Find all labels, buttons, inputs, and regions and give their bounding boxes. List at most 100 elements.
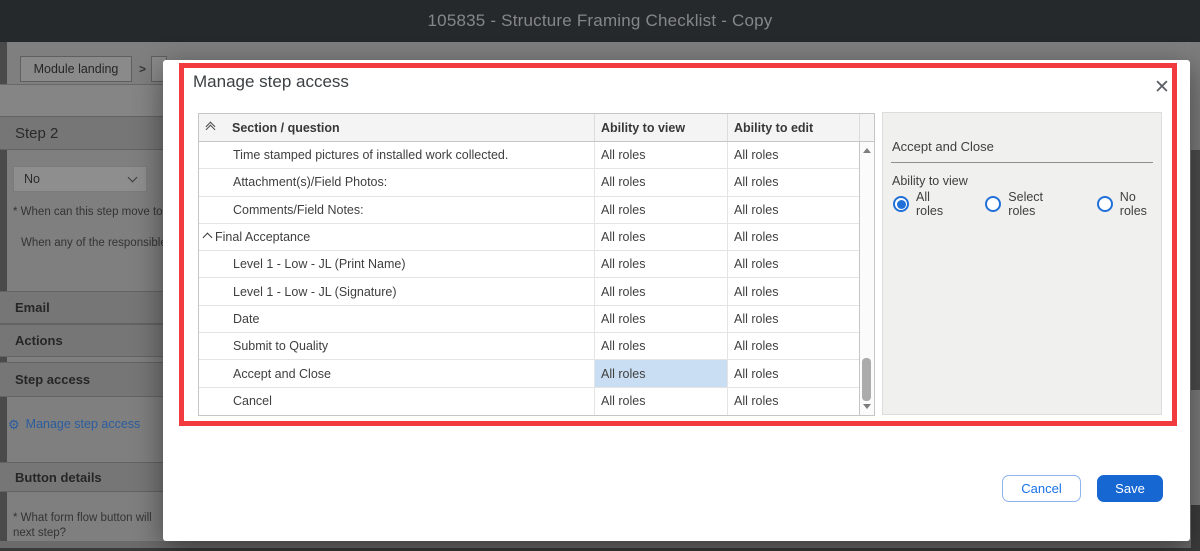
page-bottom-strip	[0, 541, 1200, 548]
column-header-ability-to-view: Ability to view	[594, 114, 727, 141]
ability-to-view-cell[interactable]: All roles	[594, 360, 727, 387]
ability-to-edit-cell[interactable]: All roles	[727, 251, 859, 278]
row-label-cell: Date	[199, 306, 594, 332]
manage-step-access-label: Manage step access	[25, 417, 141, 431]
table-row[interactable]: Comments/Field Notes: All roles All roles	[199, 196, 859, 224]
row-label-cell: Submit to Quality	[199, 333, 594, 359]
app-window: 105835 - Structure Framing Checklist - C…	[0, 0, 1200, 551]
ability-to-view-radio-group: All roles Select roles No roles	[893, 190, 1161, 218]
column-header-label: Section / question	[232, 120, 340, 135]
manage-step-access-link[interactable]: ⚙ Manage step access	[8, 417, 140, 431]
table-scrollbar-thumb[interactable]	[862, 358, 871, 401]
section-header-button-details[interactable]: Button details	[0, 462, 163, 492]
row-label: Comments/Field Notes:	[233, 202, 364, 217]
ability-to-view-cell[interactable]: All roles	[594, 223, 727, 251]
section-header-email[interactable]: Email	[0, 291, 163, 324]
ability-to-view-cell[interactable]: All roles	[594, 278, 727, 305]
ability-to-edit-cell[interactable]: All roles	[727, 142, 859, 169]
ability-to-edit-cell[interactable]: All roles	[727, 387, 859, 415]
divider	[891, 162, 1153, 163]
ability-to-view-cell[interactable]: All roles	[594, 333, 727, 360]
table-scrollbar[interactable]	[859, 142, 874, 415]
ability-to-view-cell[interactable]: All roles	[594, 196, 727, 223]
row-label-cell: Attachment(s)/Field Photos:	[199, 169, 594, 195]
step-heading: Step 2	[0, 116, 163, 150]
collapse-all-icon[interactable]	[205, 121, 216, 134]
background-question2-line2: next step?	[13, 527, 67, 539]
radio-option[interactable]: All roles	[893, 190, 955, 218]
row-label-cell: Comments/Field Notes:	[199, 197, 594, 223]
ability-to-view-cell[interactable]: All roles	[594, 169, 727, 196]
gear-icon: ⚙	[8, 416, 20, 432]
radio-option[interactable]: Select roles	[985, 190, 1067, 218]
detail-panel: Accept and Close Ability to view All rol…	[882, 112, 1162, 415]
column-header-spacer	[859, 114, 874, 141]
row-label-cell: Cancel	[199, 388, 594, 415]
manage-step-access-dialog: Manage step access ✕ Section / question …	[163, 60, 1190, 541]
row-label: Date	[233, 311, 260, 326]
window-title: 105835 - Structure Framing Checklist - C…	[427, 11, 773, 30]
cancel-button[interactable]: Cancel	[1002, 475, 1081, 502]
ability-to-edit-cell[interactable]: All roles	[727, 196, 859, 223]
row-label: Level 1 - Low - JL (Signature)	[233, 284, 397, 299]
ability-to-view-cell[interactable]: All roles	[594, 251, 727, 278]
row-label-cell: Time stamped pictures of installed work …	[199, 142, 594, 168]
scroll-down-icon[interactable]	[863, 404, 871, 409]
collapse-section-icon[interactable]	[202, 232, 213, 242]
table-rows: Time stamped pictures of installed work …	[199, 142, 859, 415]
table-row[interactable]: Cancel All roles All roles	[199, 387, 859, 415]
background-dropdown[interactable]: No	[13, 166, 147, 192]
section-header-step-access[interactable]: Step access	[0, 362, 163, 397]
radio-option[interactable]: No roles	[1096, 190, 1161, 218]
close-icon[interactable]: ✕	[1149, 74, 1175, 100]
table-row[interactable]: Submit to Quality All roles All roles	[199, 333, 859, 361]
section-label: Actions	[15, 333, 63, 348]
table-row[interactable]: Accept and Close All roles All roles	[199, 360, 859, 388]
table-row[interactable]: Level 1 - Low - JL (Print Name) All roles…	[199, 251, 859, 279]
row-label: Accept and Close	[233, 366, 331, 381]
section-label: Button details	[15, 469, 102, 485]
save-button[interactable]: Save	[1097, 475, 1163, 502]
table-row[interactable]: Level 1 - Low - JL (Signature) All roles A…	[199, 278, 859, 306]
window-scrollbar-thumb[interactable]	[1191, 150, 1200, 390]
scroll-up-icon[interactable]	[863, 148, 871, 153]
breadcrumb-label: Module landing	[33, 62, 119, 76]
row-label-cell: Accept and Close	[199, 360, 594, 386]
table-row[interactable]: Attachment(s)/Field Photos: All roles All …	[199, 169, 859, 197]
radio-label: All roles	[916, 190, 944, 218]
column-header-ability-to-edit: Ability to edit	[727, 114, 859, 141]
ability-to-edit-cell[interactable]: All roles	[727, 333, 859, 360]
chevron-down-icon	[127, 172, 138, 183]
radio-unselected-icon[interactable]	[985, 196, 1002, 212]
radio-selected-icon[interactable]	[893, 196, 909, 212]
background-question-label: * When can this step move to	[13, 206, 163, 218]
ability-to-view-cell[interactable]: All roles	[594, 305, 727, 333]
row-label: Cancel	[233, 394, 272, 409]
row-label: Level 1 - Low - JL (Print Name)	[233, 257, 406, 272]
ability-to-edit-cell[interactable]: All roles	[727, 360, 859, 387]
ability-to-edit-cell[interactable]: All roles	[727, 278, 859, 305]
ability-to-view-cell[interactable]: All roles	[594, 387, 727, 415]
table-row[interactable]: Final Acceptance All roles All roles	[199, 223, 859, 252]
detail-panel-title: Accept and Close	[892, 139, 994, 154]
ability-to-view-label: Ability to view	[892, 174, 968, 188]
page-strip	[0, 85, 163, 116]
section-label: Step access	[15, 372, 91, 387]
breadcrumb-separator: >	[139, 62, 147, 76]
row-label: Submit to Quality	[233, 339, 329, 354]
table-body: Time stamped pictures of installed work …	[199, 142, 874, 415]
ability-to-edit-cell[interactable]: All roles	[727, 169, 859, 196]
background-answer-value: When any of the responsible	[21, 237, 163, 249]
row-label: Time stamped pictures of installed work …	[233, 148, 509, 163]
breadcrumb-module-landing[interactable]: Module landing	[20, 56, 132, 82]
radio-unselected-icon[interactable]	[1096, 196, 1113, 212]
ability-to-view-cell[interactable]: All roles	[594, 142, 727, 169]
table-row[interactable]: Time stamped pictures of installed work …	[199, 142, 859, 170]
ability-to-edit-cell[interactable]: All roles	[727, 305, 859, 333]
ability-to-edit-cell[interactable]: All roles	[727, 223, 859, 251]
table-header-row: Section / question Ability to view Abili…	[199, 114, 874, 142]
section-header-actions[interactable]: Actions	[0, 324, 163, 357]
table-row[interactable]: Date All roles All roles	[199, 305, 859, 334]
step-heading-label: Step 2	[15, 124, 59, 142]
row-label-cell: Final Acceptance	[199, 224, 594, 250]
